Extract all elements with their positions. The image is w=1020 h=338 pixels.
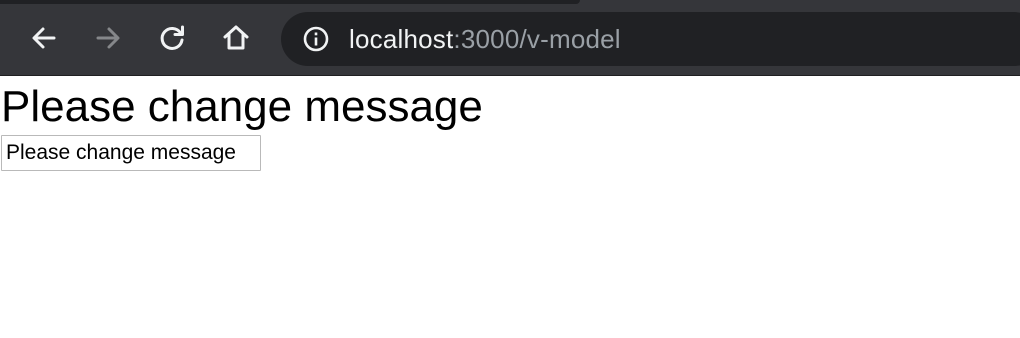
- page-content: Please change message: [0, 77, 1020, 338]
- reload-button[interactable]: [152, 18, 192, 58]
- url-path: :3000/v-model: [453, 24, 621, 54]
- arrow-right-icon: [96, 27, 120, 49]
- reload-icon: [160, 25, 184, 50]
- page-heading: Please change message: [1, 82, 483, 131]
- url-host: localhost: [349, 24, 454, 54]
- home-icon: [223, 25, 249, 50]
- info-circle-icon[interactable]: [303, 26, 329, 52]
- arrow-left-icon: [32, 27, 56, 49]
- home-button[interactable]: [216, 18, 256, 58]
- browser-toolbar: localhost:3000/v-model: [0, 0, 1020, 76]
- back-button[interactable]: [24, 18, 64, 58]
- address-bar[interactable]: localhost:3000/v-model: [281, 12, 1020, 66]
- message-input[interactable]: [1, 135, 261, 171]
- forward-button[interactable]: [88, 18, 128, 58]
- url-text[interactable]: localhost:3000/v-model: [349, 23, 621, 55]
- active-tab-edge: [0, 0, 580, 4]
